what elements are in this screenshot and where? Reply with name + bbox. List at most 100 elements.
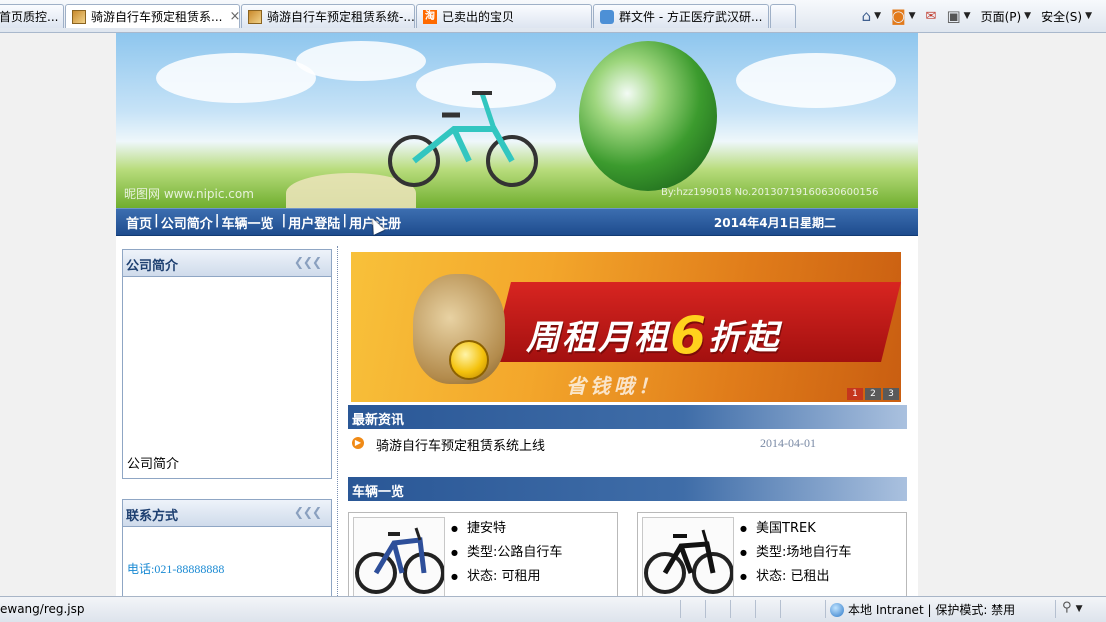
- page-menu-label: 页面(P): [980, 9, 1022, 24]
- promo-title: 周租月租6折起: [526, 306, 780, 366]
- mail-button[interactable]: ✉: [926, 9, 937, 24]
- cloud-decoration: [156, 53, 316, 103]
- banner-watermark: By:hzz199018 No.20130719160630600156: [661, 187, 879, 198]
- zoom-button[interactable]: ⚲ ▼: [1062, 600, 1083, 615]
- news-section-header: 最新资讯: [348, 405, 907, 429]
- status-divider: [825, 600, 826, 618]
- browser-toolbar: ⌂ ▼ ◙ ▼ ✉ ▣ ▼ 页面(P) ▼ 安全(S) ▼: [862, 0, 1106, 32]
- mountain-bike-image: [355, 527, 444, 594]
- new-tab-button[interactable]: [770, 4, 796, 28]
- tab-sold-items[interactable]: 淘 已卖出的宝贝: [416, 4, 592, 28]
- chevron-down-icon: ▼: [874, 11, 882, 21]
- company-intro-header: 公司简介 ❮❮❮: [123, 250, 331, 277]
- status-divider: [730, 600, 731, 618]
- contact-phone: 电话:021-88888888: [127, 562, 225, 576]
- news-item[interactable]: ▶ 骑游自行车预定租赁系统上线 2014-04-01: [352, 435, 842, 455]
- taobao-icon: 淘: [423, 9, 437, 24]
- vehicle-thumbnail[interactable]: [642, 517, 734, 596]
- feeds-button[interactable]: ◙ ▼: [891, 7, 915, 25]
- vehicles-section-header: 车辆一览: [348, 477, 907, 501]
- close-tab-icon[interactable]: ×: [229, 9, 239, 24]
- header-banner: 昵图网 www.nipic.com By:hzz199018 No.201307…: [116, 33, 918, 208]
- print-button[interactable]: ▣ ▼: [946, 7, 970, 25]
- nav-links: 首页 | 公司简介 | 车辆一览 | 用户登陆 | 用户注册: [126, 213, 401, 232]
- company-intro-box: 公司简介 ❮❮❮ 公司简介: [122, 249, 332, 479]
- status-divider: [680, 600, 681, 618]
- vehicle-details: 美国TREK 类型:场地自行车 状态: 已租出: [740, 517, 851, 589]
- home-icon: ⌂: [861, 7, 872, 25]
- nav-separator: |: [342, 213, 348, 228]
- company-intro-title: 公司简介: [126, 259, 179, 274]
- safety-menu[interactable]: 安全(S) ▼: [1041, 8, 1092, 25]
- nav-separator: |: [214, 213, 220, 228]
- vehicle-card[interactable]: 捷安特 类型:公路自行车 状态: 可租用: [348, 512, 618, 596]
- browser-status-bar: ewang/reg.jsp 本地 Intranet | 保护模式: 禁用 ⚲ ▼: [0, 596, 1106, 622]
- vehicle-type: 类型:公路自行车: [451, 541, 562, 565]
- web-page: 昵图网 www.nipic.com By:hzz199018 No.201307…: [116, 33, 918, 596]
- tab-bike-rental-2[interactable]: 骑游自行车预定租赁系统-...: [241, 4, 415, 28]
- safety-menu-label: 安全(S): [1041, 9, 1083, 24]
- tab-label: 骑游自行车预定租赁系统-...: [267, 10, 415, 24]
- promo-title-part: 周租月租: [526, 318, 670, 358]
- tab-label: 群文件 - 方正医疗武汉研...: [619, 10, 763, 24]
- vehicle-name: 美国TREK: [740, 517, 851, 541]
- nav-home[interactable]: 首页: [126, 213, 152, 232]
- chevron-down-icon: ▼: [1024, 11, 1032, 21]
- vehicle-details: 捷安特 类型:公路自行车 状态: 可租用: [451, 517, 562, 589]
- contact-header: 联系方式 ❮❮❮: [123, 500, 331, 527]
- arrow-right-bullet-icon: ▶: [352, 437, 364, 449]
- tab-bike-rental-1[interactable]: 骑游自行车预定租赁系... ×: [65, 4, 240, 28]
- status-divider: [755, 600, 756, 618]
- chevron-down-icon: ▼: [1085, 11, 1092, 21]
- slider-page-button[interactable]: 2: [865, 388, 881, 400]
- promo-slider[interactable]: 周租月租6折起 省钱哦！ 1 2 3: [351, 252, 901, 402]
- printer-icon: ▣: [946, 7, 961, 25]
- tab-quality-control[interactable]: 首页质控...: [0, 4, 64, 28]
- banner-watermark: 昵图网 www.nipic.com: [124, 187, 254, 201]
- chevron-down-icon: ▼: [963, 11, 971, 21]
- mail-icon: ✉: [925, 8, 937, 24]
- page-menu[interactable]: 页面(P) ▼: [981, 8, 1032, 25]
- vehicles-section-title: 车辆一览: [352, 485, 405, 500]
- security-zone[interactable]: 本地 Intranet | 保护模式: 禁用: [830, 601, 1015, 618]
- news-section-title: 最新资讯: [352, 413, 405, 428]
- nav-vehicles[interactable]: 车辆一览: [222, 213, 274, 232]
- slider-pager: 1 2 3: [847, 388, 899, 400]
- page-favicon-icon: [248, 9, 262, 24]
- rss-icon: ◙: [891, 7, 906, 25]
- bicycle-image: [388, 91, 538, 187]
- slider-page-button[interactable]: 3: [883, 388, 899, 400]
- zoom-icon: ⚲: [1062, 600, 1072, 615]
- promo-subtitle: 省钱哦！: [566, 374, 662, 398]
- tab-label: 已卖出的宝贝: [442, 10, 515, 24]
- contact-box: 联系方式 ❮❮❮ 电话:021-88888888: [122, 499, 332, 596]
- vehicle-thumbnail[interactable]: [353, 517, 445, 596]
- nav-separator: |: [154, 213, 159, 228]
- vehicle-status: 状态: 可租用: [451, 565, 562, 589]
- promo-title-part: 折起: [708, 318, 781, 358]
- slider-page-button[interactable]: 1: [847, 388, 863, 400]
- nav-company[interactable]: 公司简介: [161, 213, 213, 232]
- nav-login[interactable]: 用户登陆: [288, 213, 340, 232]
- status-url: ewang/reg.jsp: [0, 602, 85, 616]
- globe-image: [579, 41, 717, 191]
- page-favicon-icon: [72, 9, 86, 24]
- tab-group-files[interactable]: 群文件 - 方正医疗武汉研...: [593, 4, 769, 28]
- vehicle-name: 捷安特: [451, 517, 562, 541]
- column-divider: [337, 246, 338, 596]
- status-divider: [705, 600, 706, 618]
- promo-title-number: 6: [670, 306, 709, 366]
- browser-tab-strip: 首页质控... 骑游自行车预定租赁系... × 骑游自行车预定租赁系统-... …: [0, 0, 1106, 33]
- vehicle-type: 类型:场地自行车: [740, 541, 851, 565]
- home-button[interactable]: ⌂ ▼: [862, 7, 881, 25]
- chevron-down-icon: ▼: [1075, 604, 1083, 614]
- cloud-decoration: [736, 53, 896, 108]
- vehicle-card[interactable]: 美国TREK 类型:场地自行车 状态: 已租出: [637, 512, 907, 596]
- company-intro-text: 公司简介: [127, 457, 180, 472]
- contact-title: 联系方式: [126, 509, 179, 524]
- tab-label: 骑游自行车预定租赁系...: [91, 10, 223, 24]
- padlock-icon: [449, 340, 489, 380]
- tab-label: 首页质控...: [0, 10, 59, 24]
- chevron-down-icon: ▼: [908, 11, 916, 21]
- news-item-title[interactable]: 骑游自行车预定租赁系统上线: [376, 435, 545, 454]
